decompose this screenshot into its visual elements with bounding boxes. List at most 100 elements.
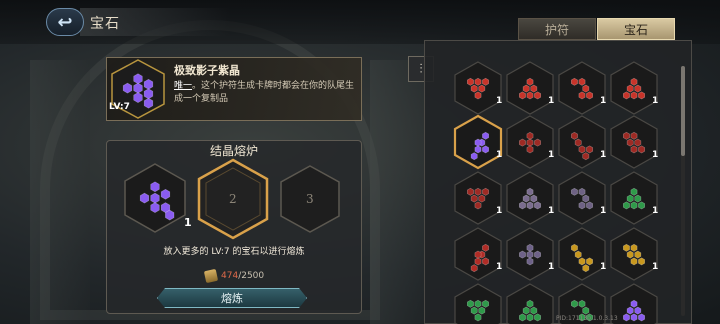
gem-slot[interactable] bbox=[556, 226, 608, 282]
gem-facet bbox=[578, 299, 586, 308]
gem-facet bbox=[626, 84, 634, 93]
gem-slot[interactable] bbox=[452, 170, 504, 226]
gem-facet bbox=[530, 194, 538, 203]
gem-facet bbox=[482, 187, 490, 196]
gem-facet bbox=[522, 306, 530, 315]
gem-facet bbox=[630, 313, 638, 322]
tab-amulet[interactable]: 护符 bbox=[518, 18, 596, 40]
gem-slot-frame bbox=[558, 227, 606, 281]
gem-facet bbox=[638, 313, 646, 322]
inventory-scroll-thumb[interactable] bbox=[681, 66, 685, 156]
gem-facet bbox=[578, 257, 586, 266]
gem-slot[interactable] bbox=[608, 60, 660, 116]
gem-facet bbox=[526, 243, 534, 252]
gem-slot-count: 1 bbox=[548, 96, 555, 106]
back-arrow-icon: ↩ bbox=[57, 11, 73, 33]
gem-slot[interactable] bbox=[504, 60, 556, 116]
gem-slot[interactable] bbox=[504, 226, 556, 282]
gem-facet bbox=[122, 82, 133, 94]
gem-facet bbox=[630, 91, 638, 100]
gem-facet bbox=[534, 201, 542, 210]
gem-slot-count: 1 bbox=[600, 262, 607, 272]
gem-slot-frame bbox=[610, 171, 658, 225]
gem-facet bbox=[526, 77, 534, 86]
gem-facet bbox=[474, 145, 482, 154]
gem-facet bbox=[630, 257, 638, 266]
gem-slot[interactable] bbox=[504, 114, 556, 170]
gem-slot[interactable] bbox=[608, 170, 660, 226]
gem-facet bbox=[571, 131, 578, 140]
gem-facet bbox=[519, 313, 526, 322]
gem-facet bbox=[638, 257, 646, 266]
gem-facet bbox=[133, 73, 143, 85]
gem-slot[interactable] bbox=[504, 170, 556, 226]
gem-slot-count: 1 bbox=[652, 150, 659, 160]
gem-slot-frame bbox=[610, 115, 658, 169]
furnace-title: 结晶熔炉 bbox=[209, 144, 258, 158]
gem-facet bbox=[630, 145, 638, 154]
gem-slot[interactable] bbox=[452, 226, 504, 282]
gem-facet bbox=[571, 187, 578, 196]
gem-facet bbox=[474, 91, 482, 100]
gem-facet bbox=[150, 192, 160, 204]
gem-facet bbox=[586, 257, 594, 266]
gem-facet bbox=[478, 306, 486, 315]
gem-slot[interactable] bbox=[504, 282, 556, 324]
gem-facet bbox=[474, 250, 482, 259]
gem-slot-frame bbox=[506, 61, 554, 115]
gem-facet bbox=[574, 138, 582, 147]
gem-facet bbox=[634, 138, 642, 147]
gem-facet bbox=[634, 306, 642, 315]
gem-slot[interactable] bbox=[452, 114, 504, 170]
gem-slot[interactable] bbox=[556, 60, 608, 116]
gem-facet bbox=[526, 131, 534, 140]
gem-slot-count: 1 bbox=[548, 262, 555, 272]
gem-facet bbox=[578, 91, 586, 100]
gem-facet bbox=[586, 91, 594, 100]
gem-slot[interactable] bbox=[452, 282, 504, 324]
gem-facet bbox=[467, 187, 474, 196]
gem-slot-count: 1 bbox=[652, 96, 659, 106]
gem-facet bbox=[623, 131, 630, 140]
gem-facet bbox=[474, 187, 482, 196]
gem-facet bbox=[150, 202, 160, 213]
gem-slot-count: 1 bbox=[496, 96, 503, 106]
tab-gem[interactable]: 宝石 bbox=[597, 18, 675, 40]
gem-facet bbox=[470, 152, 478, 161]
furnace-slot-1-count: 1 bbox=[184, 216, 192, 229]
furnace-slot-2-number: 2 bbox=[229, 192, 237, 206]
gem-facet bbox=[530, 84, 538, 93]
gem-slot-count: 1 bbox=[548, 150, 555, 160]
gem-facet bbox=[582, 84, 590, 93]
gem-facet bbox=[526, 187, 534, 196]
smelt-button[interactable]: 熔炼 bbox=[157, 288, 307, 308]
gem-facet bbox=[526, 91, 534, 100]
gem-slot[interactable] bbox=[556, 170, 608, 226]
background-pillar bbox=[30, 60, 90, 324]
gem-slot[interactable] bbox=[608, 114, 660, 170]
gem-facet bbox=[482, 145, 490, 154]
gem-facet bbox=[626, 194, 634, 203]
gem-facet bbox=[522, 84, 530, 93]
gem-slot[interactable] bbox=[556, 114, 608, 170]
gem-facet bbox=[634, 194, 642, 203]
gem-facet bbox=[571, 243, 578, 252]
back-button[interactable]: ↩ bbox=[46, 8, 84, 36]
gem-slot[interactable] bbox=[608, 226, 660, 282]
gem-facet bbox=[630, 131, 638, 140]
gem-description: 唯一。这个护符生成卡牌时都会在你的队尾生成一个复制品 bbox=[174, 80, 356, 106]
gem-facet bbox=[626, 250, 634, 259]
gem-facet bbox=[623, 243, 630, 252]
gem-slot-frame bbox=[558, 171, 606, 225]
gem-slot[interactable] bbox=[452, 60, 504, 116]
gem-facet bbox=[160, 188, 171, 200]
gem-slot-frame bbox=[558, 61, 606, 115]
gem-facet bbox=[530, 306, 538, 315]
gem-facet bbox=[474, 299, 482, 308]
gem-facet bbox=[526, 201, 534, 210]
gem-slot-frame bbox=[610, 227, 658, 281]
version-label: PID:171130 1.0.3.13 bbox=[556, 315, 618, 322]
furnace-slot-1[interactable] bbox=[122, 162, 188, 234]
gem-facet bbox=[623, 91, 630, 100]
gem-facet bbox=[534, 313, 542, 322]
